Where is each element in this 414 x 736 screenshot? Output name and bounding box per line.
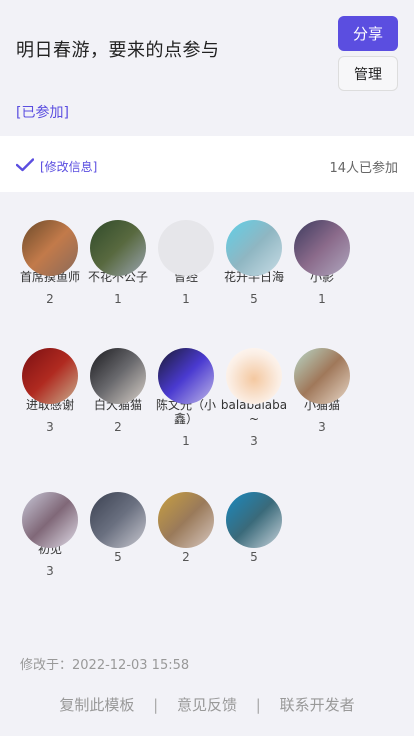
- participant-count: 5: [250, 292, 258, 306]
- edit-info-link[interactable]: [修改信息]: [40, 158, 97, 175]
- participant-item[interactable]: 陈文光（小鑫） 1: [152, 348, 220, 448]
- joined-status: [已参加]: [16, 105, 69, 121]
- participant-count: 5: [114, 550, 122, 564]
- avatar: [294, 348, 350, 404]
- page-title: 明日春游，要来的点参与: [16, 40, 220, 61]
- participant-item[interactable]: 白大猫猫 2: [84, 348, 152, 434]
- feedback-link[interactable]: 意见反馈: [177, 696, 237, 714]
- participant-count: 1: [318, 292, 326, 306]
- participant-item[interactable]: 花开半日海 5: [220, 220, 288, 306]
- avatar: [90, 492, 146, 548]
- header: 明日春游，要来的点参与 分享 管理 [已参加]: [0, 0, 414, 136]
- copy-template-link[interactable]: 复制此模板: [59, 696, 134, 714]
- avatar: [226, 492, 282, 548]
- avatar: [22, 348, 78, 404]
- contact-developer-link[interactable]: 联系开发者: [280, 696, 355, 714]
- avatar: [22, 492, 78, 548]
- avatar: [226, 220, 282, 276]
- participant-item[interactable]: 5: [84, 492, 152, 564]
- participant-item[interactable]: 2: [152, 492, 220, 564]
- participant-count: 5: [250, 550, 258, 564]
- participant-item[interactable]: 5: [220, 492, 288, 564]
- participant-item[interactable]: 进取感谢 3: [16, 348, 84, 434]
- modified-time: 修改于：2022-12-03 15:58: [20, 658, 190, 673]
- avatar: [158, 348, 214, 404]
- manage-button[interactable]: 管理: [338, 56, 398, 91]
- participant-count: 2: [114, 420, 122, 434]
- participant-count: 3: [250, 434, 258, 448]
- avatar: [158, 220, 214, 276]
- avatar: [90, 348, 146, 404]
- avatar: [90, 220, 146, 276]
- avatar: [226, 348, 282, 404]
- participant-count: 1: [114, 292, 122, 306]
- footer-separator: |: [255, 696, 261, 714]
- participant-item[interactable]: 不花不公子 1: [84, 220, 152, 306]
- avatar: [22, 220, 78, 276]
- check-icon: [16, 158, 34, 172]
- participant-item[interactable]: 小影 1: [288, 220, 356, 306]
- info-bar: [修改信息] 14人已参加: [0, 136, 414, 192]
- share-button[interactable]: 分享: [338, 16, 398, 51]
- participant-count: 3: [46, 564, 54, 578]
- participant-count: 14人已参加: [329, 161, 398, 176]
- participant-count: 2: [46, 292, 54, 306]
- participant-item[interactable]: 小猫猫 3: [288, 348, 356, 434]
- participant-item[interactable]: 首席摸鱼师 2: [16, 220, 84, 306]
- participant-count: 3: [46, 420, 54, 434]
- participant-item[interactable]: 曾经 1: [152, 220, 220, 306]
- footer-separator: |: [153, 696, 159, 714]
- avatar: [294, 220, 350, 276]
- participant-count: 1: [182, 434, 190, 448]
- participant-item[interactable]: balabalaba~ 3: [220, 348, 288, 448]
- participant-count: 1: [182, 292, 190, 306]
- participant-item[interactable]: 初见 3: [16, 492, 84, 578]
- avatar: [158, 492, 214, 548]
- participant-count: 2: [182, 550, 190, 564]
- footer-links: 复制此模板 | 意见反馈 | 联系开发者: [0, 694, 414, 715]
- participant-count: 3: [318, 420, 326, 434]
